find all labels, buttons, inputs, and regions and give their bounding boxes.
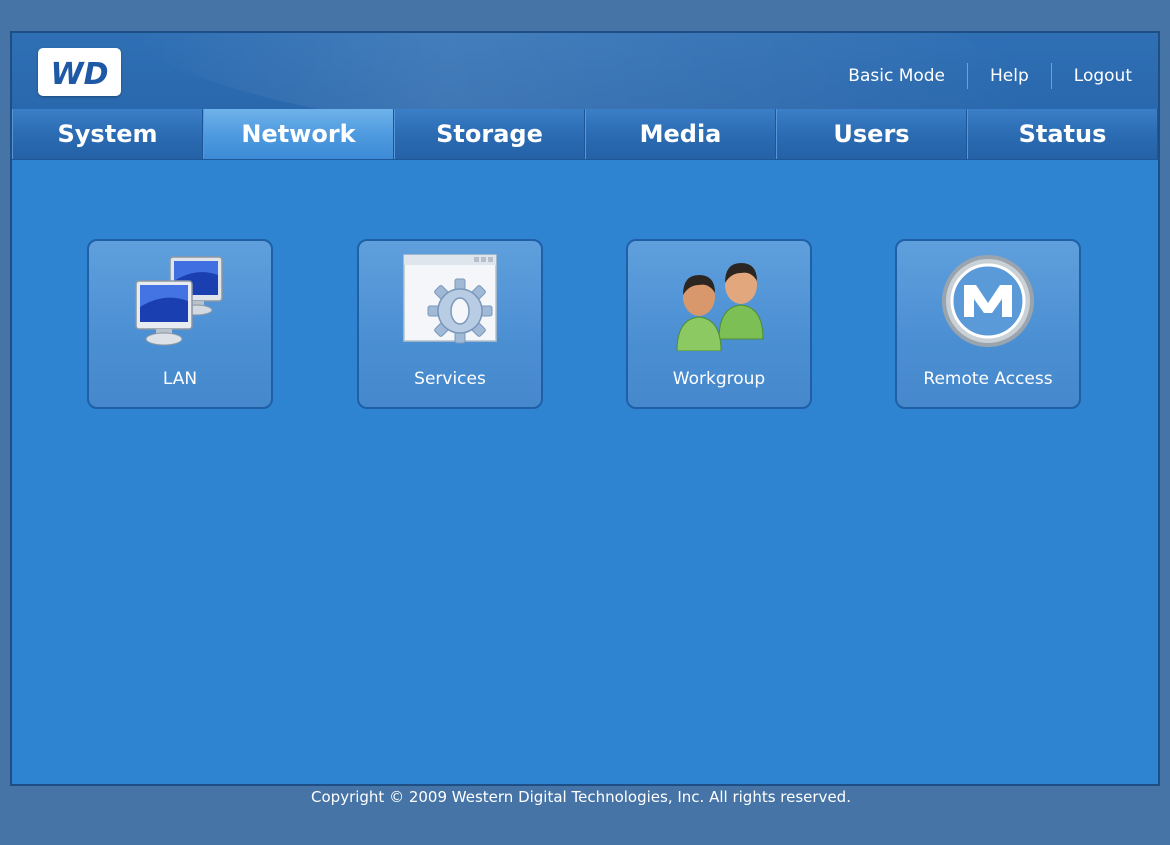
help-link[interactable]: Help (968, 62, 1051, 90)
remote-access-m-icon (942, 255, 1034, 347)
services-gear-icon (403, 254, 497, 344)
tab-status[interactable]: Status (967, 109, 1158, 159)
wd-logo[interactable]: WD (38, 48, 121, 96)
top-links: Basic Mode Help Logout (826, 62, 1132, 90)
lan-tile-label: LAN (162, 369, 198, 389)
logo-text: WD (51, 57, 109, 92)
main-frame: WD Basic Mode Help Logout System Network… (10, 31, 1160, 786)
services-tile-label: Services (414, 369, 486, 389)
main-tabs: System Network Storage Media Users Statu… (12, 109, 1158, 160)
workgroup-tile[interactable]: Workgroup (626, 239, 812, 409)
lan-monitors-icon (135, 256, 223, 346)
lan-tile[interactable]: LAN (87, 239, 273, 409)
services-tile[interactable]: Services (357, 239, 543, 409)
tab-storage[interactable]: Storage (394, 109, 585, 159)
tab-network[interactable]: Network (203, 109, 394, 159)
remote-access-tile-label: Remote Access (923, 369, 1053, 389)
header-bar: WD Basic Mode Help Logout (12, 33, 1158, 109)
logout-link[interactable]: Logout (1052, 62, 1132, 90)
tab-media[interactable]: Media (585, 109, 776, 159)
footer-copyright: Copyright © 2009 Western Digital Technol… (311, 788, 851, 806)
tab-system[interactable]: System (12, 109, 203, 159)
basic-mode-link[interactable]: Basic Mode (826, 62, 967, 90)
remote-access-tile[interactable]: Remote Access (895, 239, 1081, 409)
workgroup-tile-label: Workgroup (672, 369, 766, 389)
network-tiles: LAN Services Workgroup Remote Access (87, 239, 1087, 411)
tab-users[interactable]: Users (776, 109, 967, 159)
workgroup-users-icon (676, 263, 764, 351)
